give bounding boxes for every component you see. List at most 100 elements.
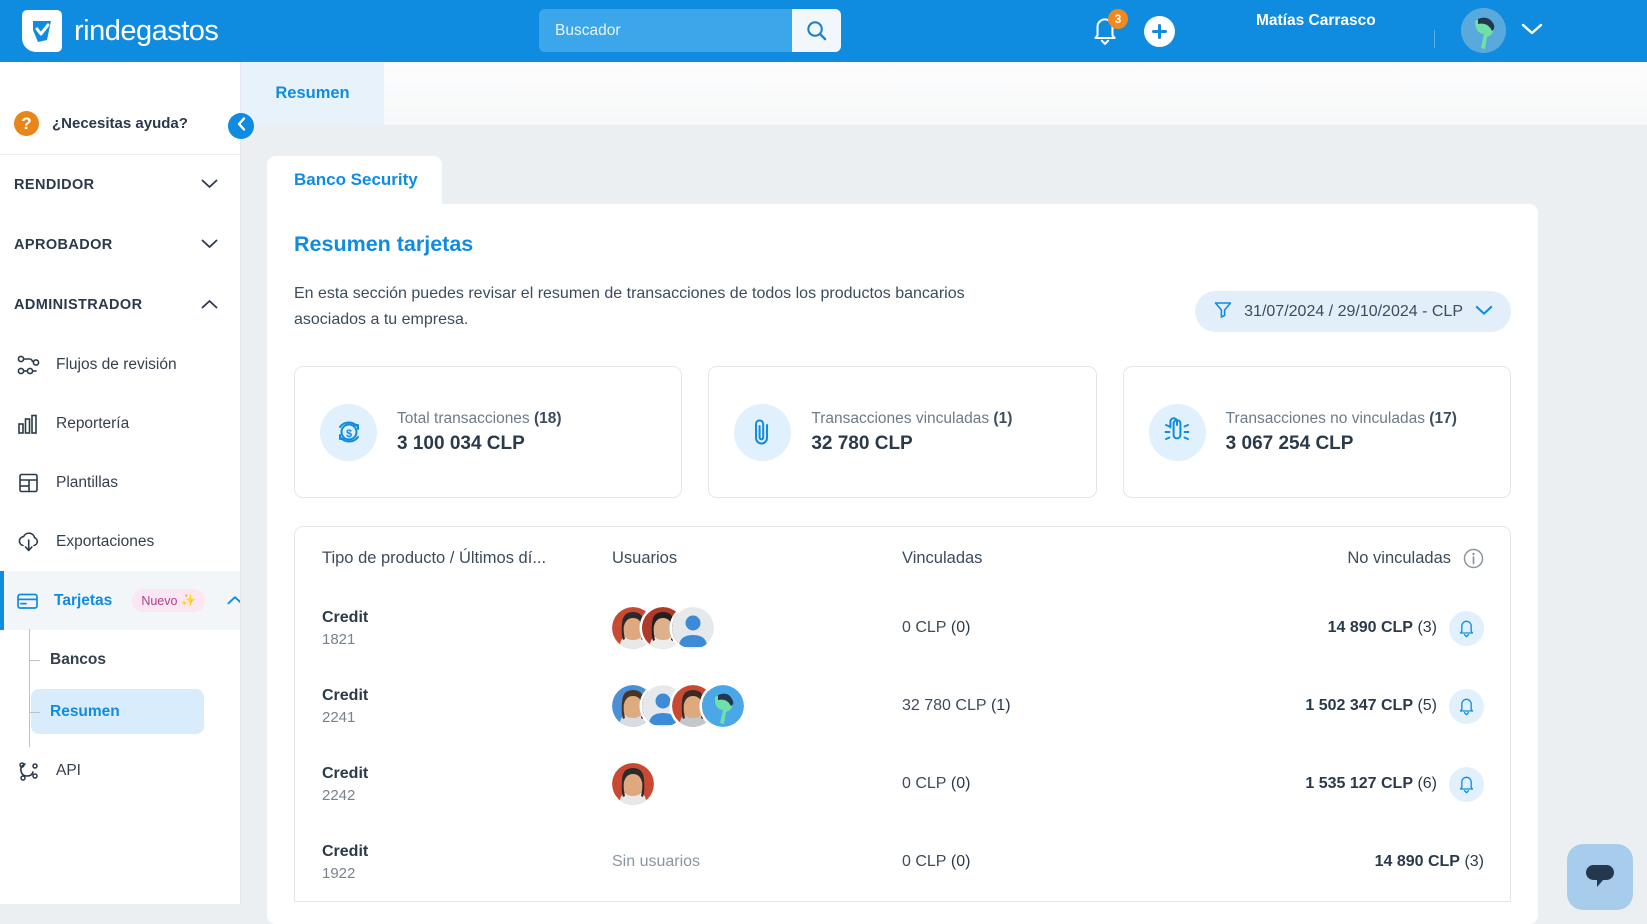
stat-card-text: Transacciones no vinculadas (17) 3 067 2… [1226,410,1457,455]
avatar [672,607,714,649]
linked-cell: 0 CLP (0) [902,853,1232,871]
main-content: Resumen Banco Security Resumen tarjetas … [241,62,1647,904]
paperclip-icon [734,404,791,461]
row-alert-button[interactable] [1449,689,1484,724]
brand-name: rindegastos [74,15,218,48]
new-badge: Nuevo ✨ [132,589,205,612]
tab-banco-security[interactable]: Banco Security [267,156,442,204]
sidebar-item-tarjetas[interactable]: Tarjetas Nuevo ✨ [0,571,240,630]
table-row[interactable]: Credit 2242 0 CLP (0) [295,745,1510,823]
page-description: En esta sección puedes revisar el resume… [294,281,1034,333]
sidebar-item-exportaciones[interactable]: Exportaciones [0,512,240,571]
user-avatar[interactable] [1461,8,1506,53]
users-cell: Sin usuarios [612,853,902,871]
sidebar-subitem-bancos[interactable]: Bancos [31,637,204,682]
avatar-image [1461,8,1506,53]
user-menu-chevron-icon[interactable] [1521,22,1543,41]
product-cell: Credit 1922 [322,843,612,882]
panel-body: Resumen tarjetas En esta sección puedes … [267,204,1538,924]
sidebar-section-administrador[interactable]: ADMINISTRADOR [0,275,240,335]
stat-card-label: Transacciones no vinculadas (17) [1226,410,1457,428]
stat-card-total-transacciones: $ Total transacciones (18) 3 100 034 CL [294,366,682,498]
brand-logo[interactable]: rindegastos [22,10,218,52]
credit-card-icon [16,590,40,612]
chevron-down-icon [1475,303,1493,321]
tab-label: Resumen [275,84,349,103]
search-bar[interactable] [539,9,841,52]
unlinked-count: (3) [1417,619,1437,636]
sidebar-collapse-button[interactable] [228,113,254,139]
sidebar-item-label: Plantillas [56,474,118,492]
sidebar-subitem-label: Resumen [50,703,120,721]
search-button[interactable] [792,9,841,52]
chat-support-button[interactable] [1567,844,1633,910]
sidebar-subitem-resumen[interactable]: Resumen [31,689,204,734]
linked-count: (0) [951,853,971,870]
sidebar-item-plantillas[interactable]: Plantillas [0,453,240,512]
linked-amount: 0 CLP [902,619,946,636]
linked-count: (0) [951,775,971,792]
cloud-download-icon [16,531,42,553]
avatar [612,763,654,805]
unlinked-amount: 1 535 127 CLP [1305,775,1413,792]
stat-card-transacciones-no-vinculadas: Transacciones no vinculadas (17) 3 067 2… [1123,366,1511,498]
avatar [702,685,744,727]
table-row[interactable]: Credit 2241 [295,667,1510,745]
avatar-group[interactable] [612,763,902,805]
stat-card-label: Transacciones vinculadas (1) [811,410,1012,428]
linked-amount: 32 780 CLP [902,697,987,714]
stat-card-value: 32 780 CLP [811,433,1012,455]
sidebar-item-api[interactable]: API [0,741,240,800]
filter-icon [1214,301,1232,323]
stat-label-text: Total transacciones [397,410,530,427]
sidebar-item-label: Tarjetas [54,592,112,610]
unlinked-amount: 14 890 CLP [1375,853,1460,870]
avatar-group[interactable] [612,607,902,649]
notification-badge: 3 [1108,9,1128,29]
search-input[interactable] [539,9,792,52]
stat-card-value: 3 100 034 CLP [397,433,562,455]
info-icon[interactable] [1463,548,1484,569]
stat-label-count: (18) [534,410,562,427]
linked-count: (1) [991,697,1011,714]
linked-cell: 32 780 CLP (1) [902,697,1232,715]
add-button[interactable] [1144,16,1175,47]
row-alert-button[interactable] [1449,767,1484,802]
unlinked-cell: 14 890 CLP (3) [1232,611,1484,646]
user-name: Matías Carrasco [1256,12,1376,30]
chevron-left-icon [236,117,247,136]
row-alert-button[interactable] [1449,611,1484,646]
sidebar-item-label: Exportaciones [56,533,154,551]
date-range-filter[interactable]: 31/07/2024 / 29/10/2024 - CLP [1195,291,1511,332]
stat-card-label: Total transacciones (18) [397,410,562,428]
chevron-up-icon[interactable] [227,592,241,610]
sidebar-section-aprobador[interactable]: APROBADOR [0,215,240,275]
top-header-bar: rindegastos 3 Matías Carrasco [0,0,1647,62]
sparkle-icon: ✨ [180,593,196,608]
sidebar-item-reporteria[interactable]: Reportería [0,394,240,453]
intro-row: En esta sección puedes revisar el resume… [294,281,1511,333]
sidebar-help-label: ¿Necesitas ayuda? [52,115,188,132]
notifications-button[interactable]: 3 [1090,14,1126,50]
product-cell: Credit 1821 [322,609,612,648]
column-header-usuarios: Usuarios [612,549,902,568]
sidebar-subitem-label: Bancos [50,651,106,669]
product-name: Credit [322,687,612,705]
tab-resumen[interactable]: Resumen [241,62,384,125]
table-row[interactable]: Credit 1821 [295,589,1510,667]
avatar-group[interactable] [612,685,902,727]
sidebar-section-rendidor[interactable]: RENDIDOR [0,155,240,215]
template-icon [16,472,42,494]
sidebar-item-flujos-de-revision[interactable]: Flujos de revisión [0,335,240,394]
section-title: RENDIDOR [14,177,95,193]
users-cell [612,607,902,649]
linked-cell: 0 CLP (0) [902,619,1232,637]
product-last-digits: 1821 [322,631,612,648]
table-row[interactable]: Credit 1922 Sin usuarios 0 CLP (0) 14 89… [295,823,1510,901]
tabstrip-background [384,62,1647,125]
users-cell [612,763,902,805]
linked-amount: 0 CLP [902,775,946,792]
sidebar-help[interactable]: ? ¿Necesitas ayuda? [0,93,240,155]
stat-label-text: Transacciones no vinculadas [1226,410,1425,427]
stat-label-count: (1) [993,410,1012,427]
